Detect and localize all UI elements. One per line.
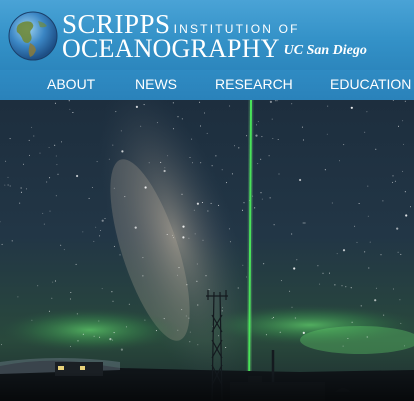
- globe-icon[interactable]: [8, 11, 58, 61]
- main-nav: ABOUT NEWS RESEARCH EDUCATION: [0, 70, 414, 100]
- nav-education[interactable]: EDUCATION: [330, 76, 411, 92]
- nav-news[interactable]: NEWS: [135, 76, 177, 92]
- nav-about[interactable]: ABOUT: [47, 76, 95, 92]
- night-sky-photo: [0, 100, 414, 401]
- site-logo[interactable]: SCRIPPS INSTITUTION OF OCEANOGRAPHY UC San…: [62, 0, 402, 70]
- logo-uc-san-diego: UC San Diego: [283, 43, 367, 58]
- logo-oceanography: OCEANOGRAPHY: [62, 34, 280, 63]
- hero-image: [0, 100, 414, 401]
- nav-research[interactable]: RESEARCH: [215, 76, 293, 92]
- site-header: SCRIPPS INSTITUTION OF OCEANOGRAPHY UC San…: [0, 0, 414, 70]
